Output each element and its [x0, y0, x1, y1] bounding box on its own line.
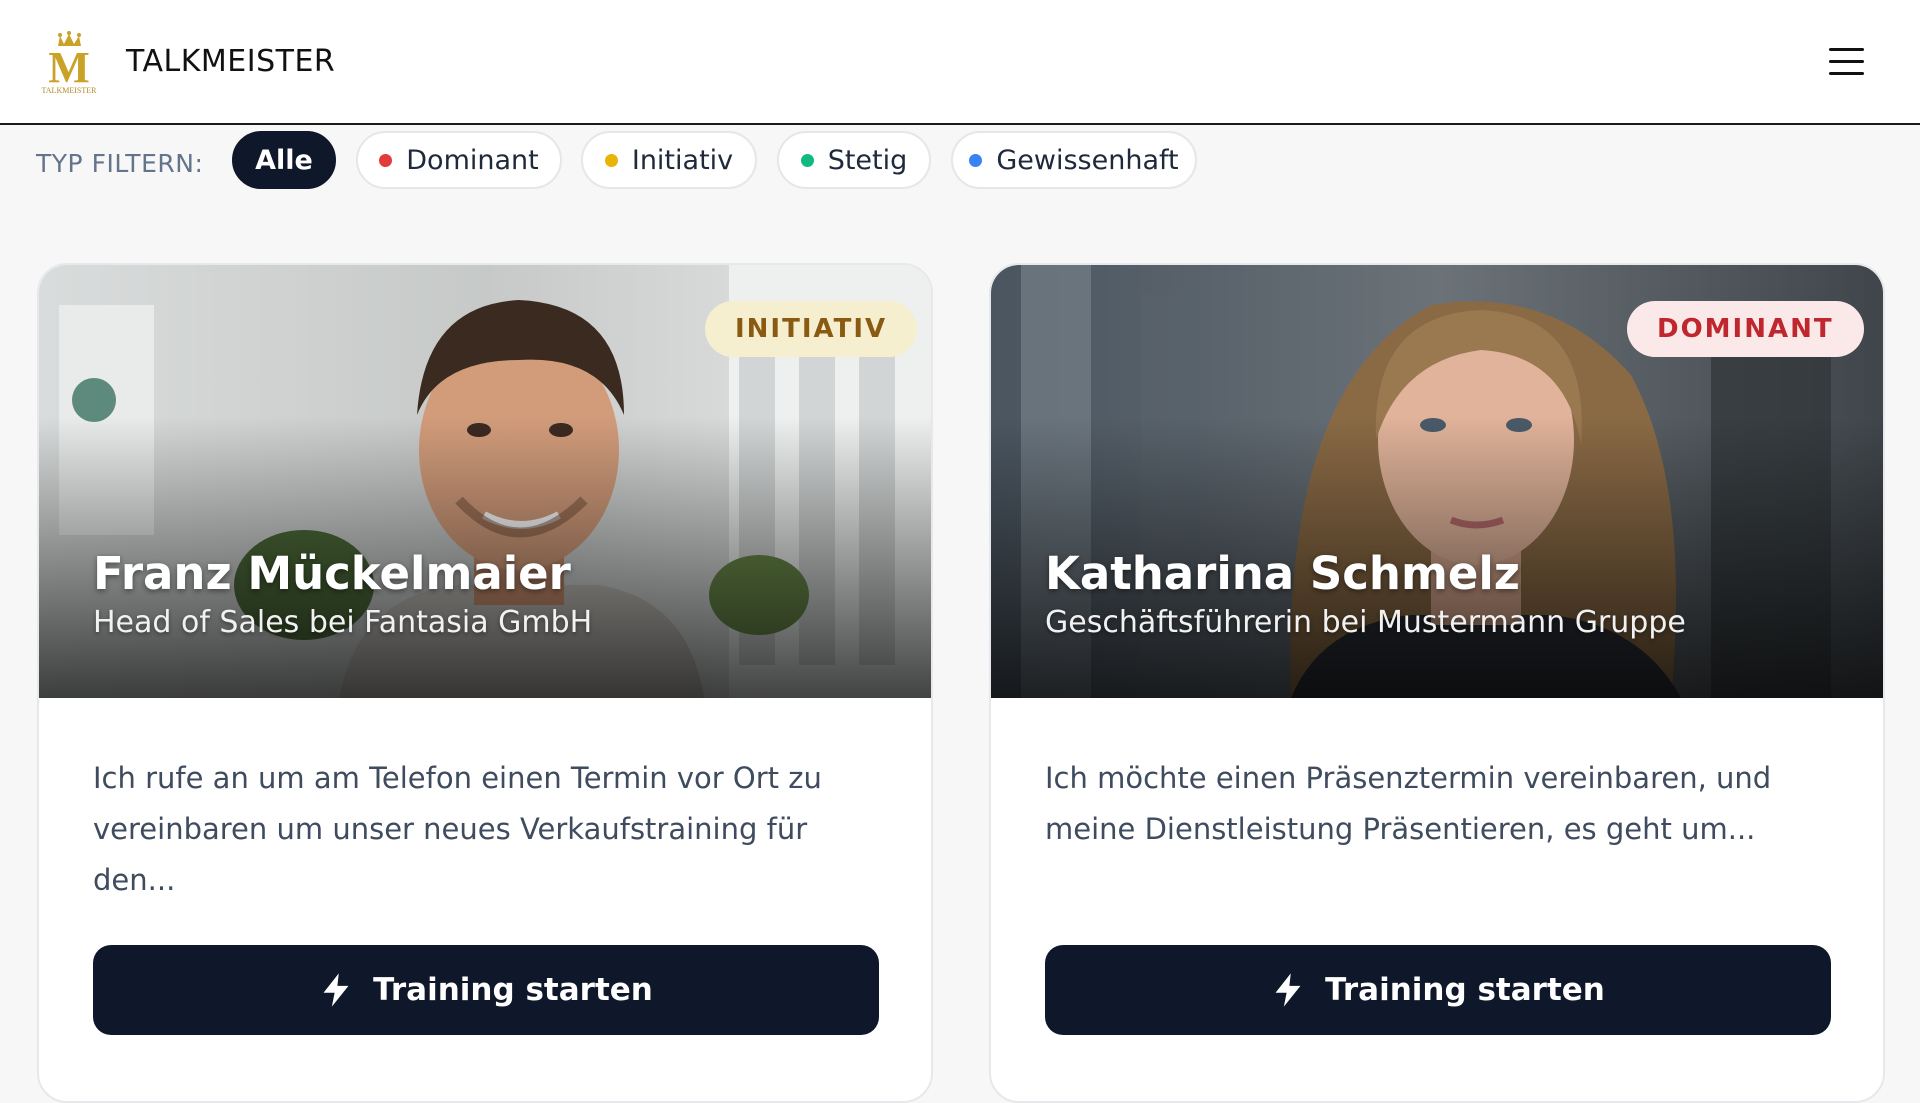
logo-caption: TALKMEISTER: [42, 86, 98, 95]
filter-chip-alle[interactable]: Alle: [232, 131, 336, 189]
filter-chip-initiativ[interactable]: Initiativ: [581, 131, 757, 189]
persona-description: Ich möchte einen Präsenztermin vereinbar…: [1045, 761, 1772, 846]
green-dot-icon: [800, 153, 814, 167]
talkmeister-logo[interactable]: M TALKMEISTER: [36, 30, 108, 96]
hamburger-menu-icon[interactable]: [1826, 44, 1868, 80]
persona-photo: INITIATIV Franz Mückelmaier Head of Sale…: [39, 265, 931, 698]
filter-chip-label: Initiativ: [631, 144, 734, 176]
start-training-label: Training starten: [1325, 972, 1605, 1008]
filter-chip-stetig[interactable]: Stetig: [777, 131, 931, 189]
filter-label: TYP FILTERN:: [36, 149, 204, 178]
personality-badge: DOMINANT: [1627, 301, 1864, 357]
start-training-label: Training starten: [373, 972, 653, 1008]
yellow-dot-icon: [604, 153, 618, 167]
menu-line: [1829, 60, 1864, 63]
persona-role: Head of Sales bei Fantasia GmbH: [93, 605, 593, 640]
logo-letter: M: [48, 43, 90, 92]
top-header: M TALKMEISTER TALKMEISTER: [0, 0, 1920, 125]
filter-chip-gewissenhaft[interactable]: Gewissenhaft: [951, 131, 1197, 189]
blue-dot-icon: [969, 153, 983, 167]
persona-role: Geschäftsführerin bei Mustermann Gruppe: [1045, 605, 1686, 640]
start-training-button[interactable]: Training starten: [1045, 945, 1831, 1035]
brand-name[interactable]: TALKMEISTER: [126, 44, 335, 79]
filter-chip-label: Alle: [255, 144, 313, 176]
lightning-icon: [1275, 973, 1301, 1007]
filter-chip-label: Dominant: [406, 144, 539, 176]
persona-card[interactable]: DOMINANT Katharina Schmelz Geschäftsführ…: [989, 263, 1885, 1103]
persona-name: Franz Mückelmaier: [93, 547, 571, 600]
type-filter-bar: TYP FILTERN: Alle Dominant Initiativ Ste…: [0, 127, 1920, 197]
menu-line: [1829, 72, 1864, 75]
persona-card[interactable]: INITIATIV Franz Mückelmaier Head of Sale…: [37, 263, 933, 1103]
filter-chip-label: Gewissenhaft: [996, 144, 1179, 176]
persona-name: Katharina Schmelz: [1045, 547, 1520, 600]
menu-line: [1829, 48, 1864, 51]
personality-badge: INITIATIV: [705, 301, 918, 357]
filter-chip-label: Stetig: [827, 144, 908, 176]
persona-photo: DOMINANT Katharina Schmelz Geschäftsführ…: [991, 265, 1883, 698]
red-dot-icon: [379, 153, 393, 167]
persona-description: Ich rufe an um am Telefon einen Termin v…: [93, 761, 822, 897]
filter-chip-dominant[interactable]: Dominant: [356, 131, 562, 189]
lightning-icon: [323, 973, 349, 1007]
start-training-button[interactable]: Training starten: [93, 945, 879, 1035]
